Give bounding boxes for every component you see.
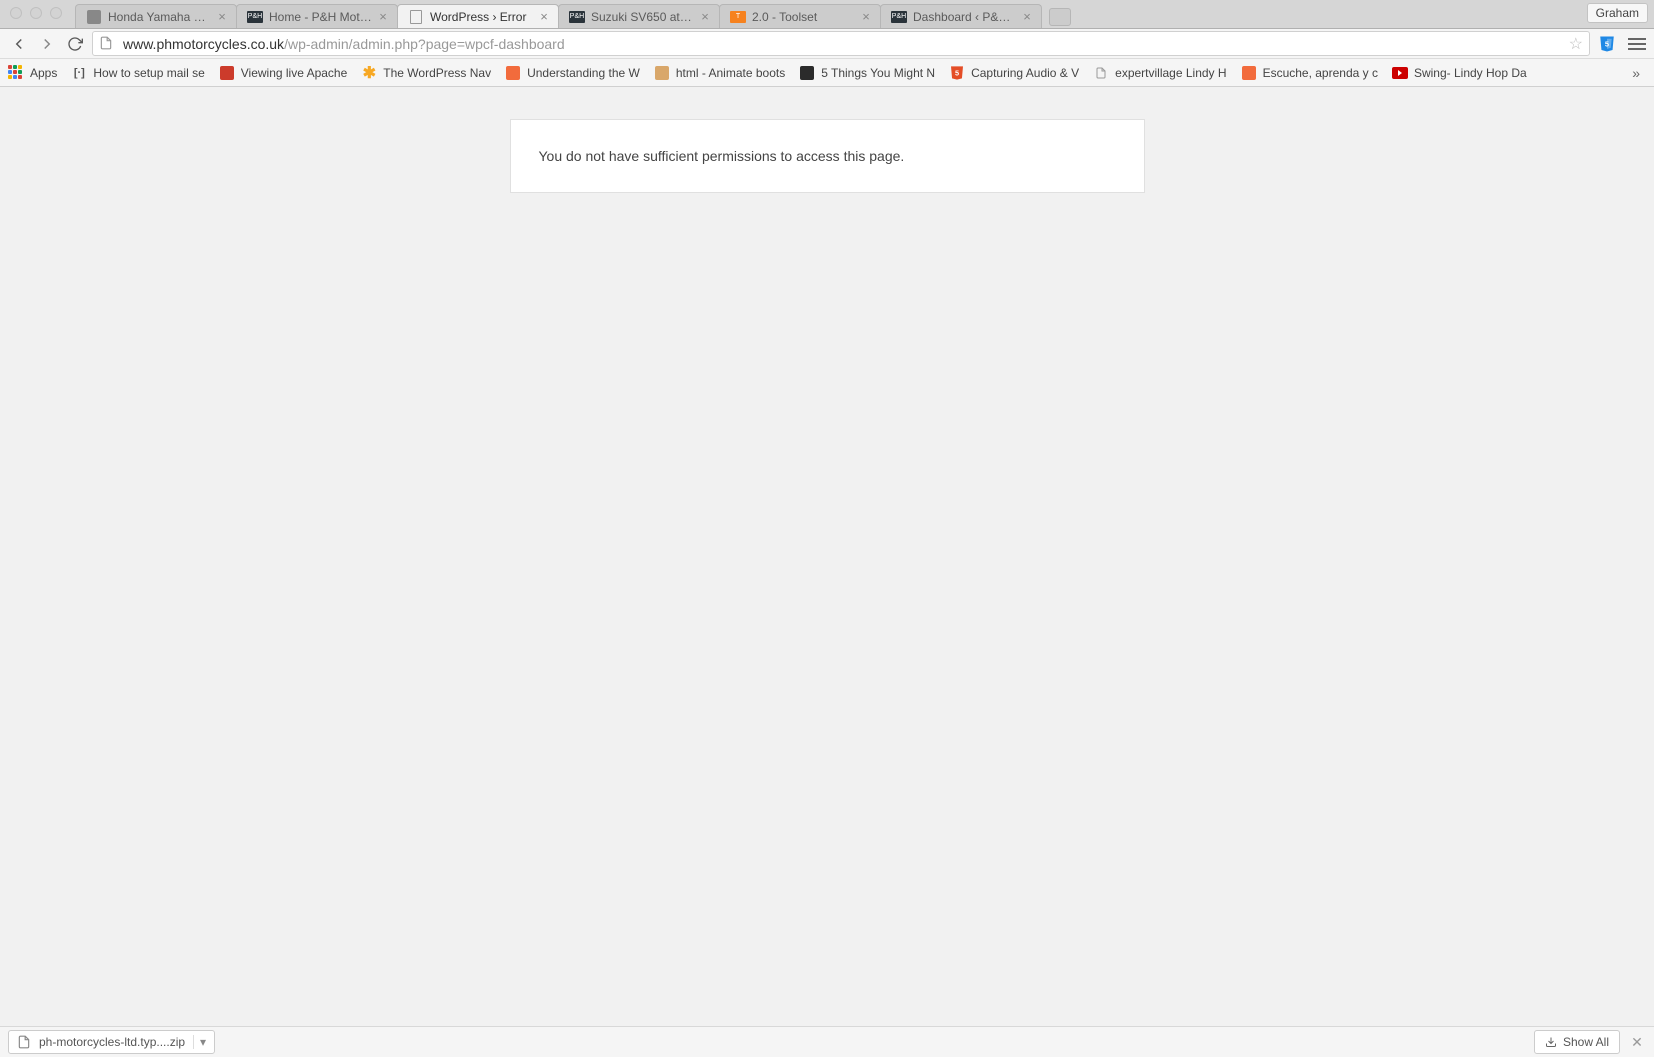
svg-text:5: 5 <box>1605 39 1609 48</box>
html5-extension-icon[interactable]: 5 <box>1596 33 1618 55</box>
bookmark-label: html - Animate boots <box>676 66 785 80</box>
apps-grid-icon <box>8 65 24 81</box>
favicon-file-icon <box>408 9 424 25</box>
bookmark-item[interactable]: Swing- Lindy Hop Da <box>1392 65 1527 81</box>
favicon-site-icon: P&H <box>247 9 263 25</box>
bookmark-star-icon[interactable]: ☆ <box>1569 34 1583 54</box>
tab-title: Honda Yamaha Suzuki Kaw <box>108 10 212 24</box>
tab-close-icon[interactable]: × <box>216 11 228 23</box>
bookmark-item[interactable]: Viewing live Apache <box>219 65 348 81</box>
bookmark-label: How to setup mail se <box>93 66 204 80</box>
profile-button[interactable]: Graham <box>1587 3 1648 23</box>
new-tab-button[interactable] <box>1049 8 1071 26</box>
traffic-light-close[interactable] <box>10 7 22 19</box>
tab-close-icon[interactable]: × <box>1021 11 1033 23</box>
bookmark-item[interactable]: [·] How to setup mail se <box>71 65 204 81</box>
bookmarks-bar: Apps [·] How to setup mail se Viewing live … <box>0 59 1654 87</box>
favicon-site-icon: P&H <box>569 9 585 25</box>
close-downloads-bar-button[interactable]: ✕ <box>1628 1034 1646 1051</box>
download-item[interactable]: ph-motorcycles-ltd.typ....zip ▾ <box>8 1030 215 1054</box>
bookmark-favicon <box>505 65 521 81</box>
show-all-label: Show All <box>1563 1035 1609 1049</box>
forward-button[interactable] <box>36 33 58 55</box>
bookmark-label: The WordPress Nav <box>383 66 491 80</box>
tab-title: Suzuki SV650 at P&H Moto <box>591 10 695 24</box>
browser-tab[interactable]: Honda Yamaha Suzuki Kaw × <box>75 4 237 28</box>
tab-close-icon[interactable]: × <box>538 11 550 23</box>
download-icon <box>1545 1036 1557 1048</box>
tab-title: WordPress › Error <box>430 10 534 24</box>
bookmark-label: Apps <box>30 66 57 80</box>
wordpress-error-box: You do not have sufficient permissions t… <box>510 119 1145 193</box>
bookmark-label: Escuche, aprenda y c <box>1263 66 1378 80</box>
bookmarks-overflow-button[interactable]: » <box>1626 65 1646 81</box>
bookmark-item[interactable]: 5 Things You Might N <box>799 65 935 81</box>
tab-close-icon[interactable]: × <box>377 11 389 23</box>
window-controls <box>10 7 62 19</box>
bookmark-favicon: ✱ <box>361 65 377 81</box>
file-icon <box>1093 65 1109 81</box>
site-info-icon[interactable] <box>99 36 115 52</box>
address-bar[interactable]: www.phmotorcycles.co.uk/wp-admin/admin.p… <box>92 31 1590 56</box>
browser-tab-strip: Honda Yamaha Suzuki Kaw × P&H Home - P&H Mo… <box>0 0 1654 29</box>
html5-icon: 5 <box>949 65 965 81</box>
bookmark-favicon <box>219 65 235 81</box>
youtube-icon <box>1392 65 1408 81</box>
bookmark-favicon <box>1241 65 1257 81</box>
tab-close-icon[interactable]: × <box>860 11 872 23</box>
download-filename: ph-motorcycles-ltd.typ....zip <box>39 1035 185 1049</box>
reload-button[interactable] <box>64 33 86 55</box>
tab-title: Dashboard ‹ P&H Motorcyc <box>913 10 1017 24</box>
bookmark-favicon <box>654 65 670 81</box>
bookmark-label: expertvillage Lindy H <box>1115 66 1226 80</box>
page-content: You do not have sufficient permissions t… <box>0 87 1654 1026</box>
traffic-light-zoom[interactable] <box>50 7 62 19</box>
favicon-site-icon <box>86 9 102 25</box>
download-menu-caret-icon[interactable]: ▾ <box>193 1035 206 1049</box>
favicon-site-icon: P&H <box>891 9 907 25</box>
browser-tab[interactable]: P&H Suzuki SV650 at P&H Moto × <box>558 4 720 28</box>
bookmark-favicon <box>799 65 815 81</box>
bookmark-item[interactable]: ✱ The WordPress Nav <box>361 65 491 81</box>
back-button[interactable] <box>8 33 30 55</box>
browser-tab[interactable]: P&H Dashboard ‹ P&H Motorcyc × <box>880 4 1042 28</box>
svg-text:5: 5 <box>955 68 959 77</box>
bookmark-label: 5 Things You Might N <box>821 66 935 80</box>
browser-tab[interactable]: T 2.0 - Toolset × <box>719 4 881 28</box>
error-message-text: You do not have sufficient permissions t… <box>539 148 905 164</box>
favicon-toolset-icon: T <box>730 9 746 25</box>
tab-title: Home - P&H Motorcycles L <box>269 10 373 24</box>
chrome-menu-button[interactable] <box>1628 38 1646 50</box>
bookmark-item[interactable]: expertvillage Lindy H <box>1093 65 1226 81</box>
tab-close-icon[interactable]: × <box>699 11 711 23</box>
bookmark-label: Swing- Lindy Hop Da <box>1414 66 1527 80</box>
bookmark-label: Capturing Audio & V <box>971 66 1079 80</box>
bookmark-item[interactable]: Understanding the W <box>505 65 640 81</box>
bookmark-label: Viewing live Apache <box>241 66 348 80</box>
url-path: /wp-admin/admin.php?page=wpcf-dashboard <box>284 36 565 52</box>
bookmark-item[interactable]: Apps <box>8 65 57 81</box>
bookmark-item[interactable]: html - Animate boots <box>654 65 785 81</box>
download-file-icon <box>17 1035 31 1049</box>
show-all-downloads-button[interactable]: Show All <box>1534 1030 1620 1054</box>
bookmark-favicon: [·] <box>71 65 87 81</box>
bookmark-label: Understanding the W <box>527 66 640 80</box>
url-host: www.phmotorcycles.co.uk <box>123 36 284 52</box>
browser-toolbar: www.phmotorcycles.co.uk/wp-admin/admin.p… <box>0 29 1654 59</box>
browser-tab[interactable]: P&H Home - P&H Motorcycles L × <box>236 4 398 28</box>
bookmark-item[interactable]: Escuche, aprenda y c <box>1241 65 1378 81</box>
browser-tab[interactable]: WordPress › Error × <box>397 4 559 28</box>
bookmark-item[interactable]: 5 Capturing Audio & V <box>949 65 1079 81</box>
tab-title: 2.0 - Toolset <box>752 10 856 24</box>
traffic-light-minimize[interactable] <box>30 7 42 19</box>
downloads-bar: ph-motorcycles-ltd.typ....zip ▾ Show All… <box>0 1026 1654 1057</box>
